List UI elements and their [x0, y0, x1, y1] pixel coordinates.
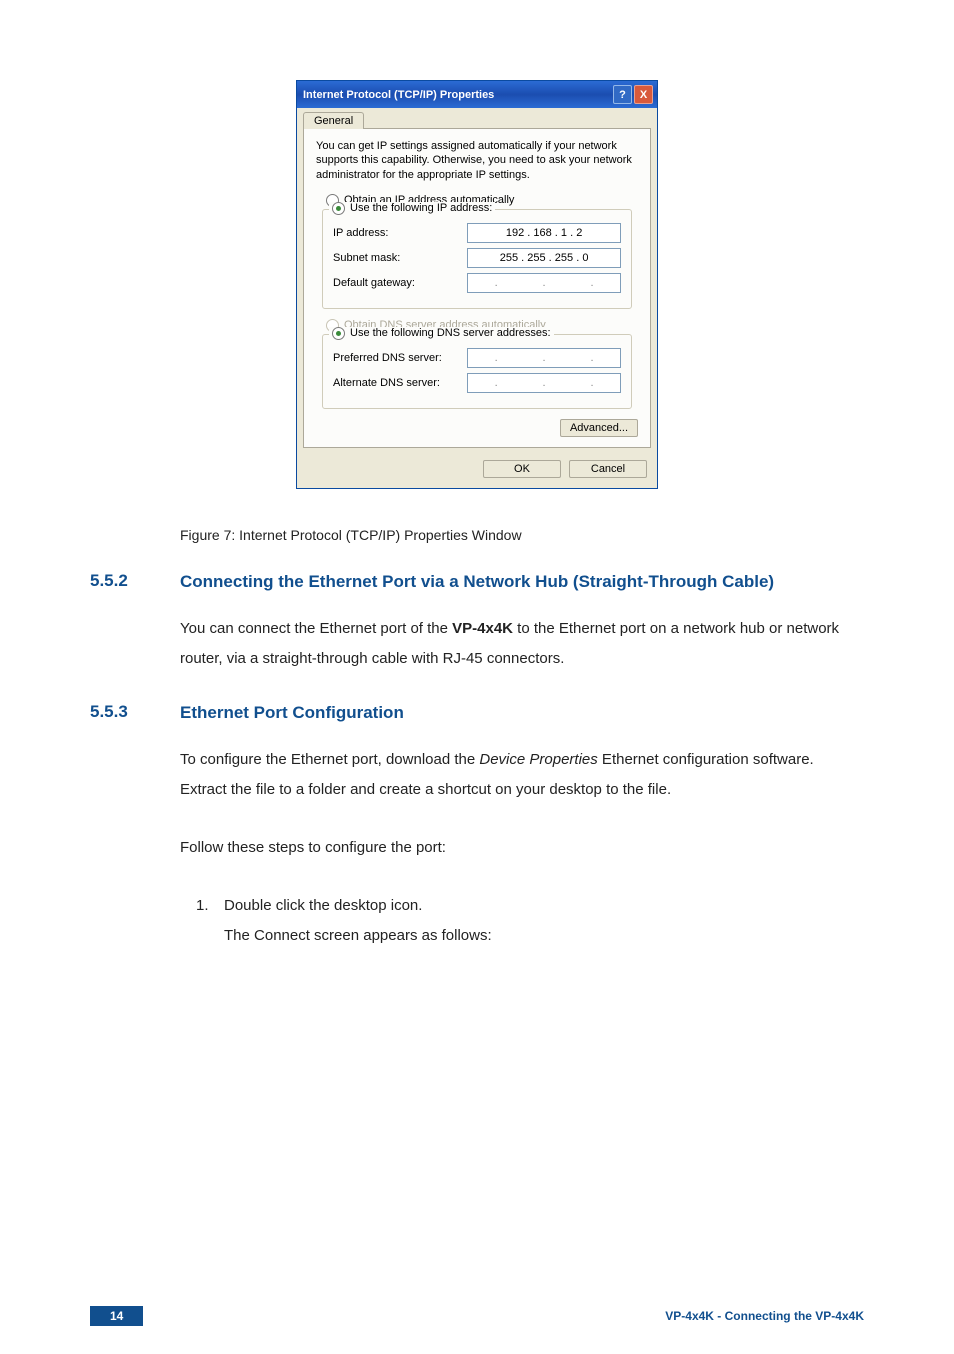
section-5-5-2-body: You can connect the Ethernet port of the…	[180, 614, 864, 674]
dns-groupbox: Use the following DNS server addresses: …	[322, 334, 632, 409]
radio-use-dns[interactable]: Use the following DNS server addresses:	[332, 327, 551, 340]
section-5-5-2-number: 5.5.2	[90, 571, 180, 591]
label-ip-address: IP address:	[333, 227, 467, 239]
close-icon[interactable]: X	[634, 85, 653, 104]
section-5-5-3-title: Ethernet Port Configuration	[180, 702, 864, 725]
subnet-mask-input[interactable]: 255 . 255 . 255 . 0	[467, 248, 621, 268]
ip-address-input[interactable]: 192 . 168 . 1 . 2	[467, 223, 621, 243]
step-1-text: Double click the desktop icon.	[224, 897, 422, 914]
default-gateway-input[interactable]: ...	[467, 273, 621, 293]
radio-use-ip[interactable]: Use the following IP address:	[332, 202, 492, 215]
tab-body: You can get IP settings assigned automat…	[303, 128, 651, 448]
cancel-button[interactable]: Cancel	[569, 460, 647, 478]
dialog-titlebar: Internet Protocol (TCP/IP) Properties ? …	[297, 81, 657, 108]
text-fragment: To configure the Ethernet port, download…	[180, 751, 479, 768]
step-1: 1.Double click the desktop icon. The Con…	[180, 891, 864, 951]
section-5-5-3-body: To configure the Ethernet port, download…	[180, 745, 864, 805]
alternate-dns-input[interactable]: ...	[467, 373, 621, 393]
radio-selected-icon	[332, 202, 345, 215]
section-5-5-3-heading: 5.5.3 Ethernet Port Configuration	[90, 702, 864, 725]
section-5-5-2-heading: 5.5.2 Connecting the Ethernet Port via a…	[90, 571, 864, 594]
radio-selected-icon	[332, 327, 345, 340]
label-default-gateway: Default gateway:	[333, 277, 467, 289]
radio-use-ip-label: Use the following IP address:	[350, 202, 492, 214]
advanced-button[interactable]: Advanced...	[560, 419, 638, 437]
page-number: 14	[90, 1306, 143, 1326]
follow-steps-text: Follow these steps to configure the port…	[180, 833, 864, 863]
text-fragment: You can connect the Ethernet port of the	[180, 620, 452, 637]
help-icon[interactable]: ?	[613, 85, 632, 104]
label-subnet-mask: Subnet mask:	[333, 252, 467, 264]
preferred-dns-input[interactable]: ...	[467, 348, 621, 368]
dialog-title: Internet Protocol (TCP/IP) Properties	[303, 89, 613, 101]
ip-groupbox: Use the following IP address: IP address…	[322, 209, 632, 309]
info-text: You can get IP settings assigned automat…	[316, 139, 638, 182]
tcpip-properties-dialog: Internet Protocol (TCP/IP) Properties ? …	[296, 80, 658, 489]
tab-general[interactable]: General	[303, 112, 364, 129]
ok-button[interactable]: OK	[483, 460, 561, 478]
page-footer: 14 VP-4x4K - Connecting the VP-4x4K	[0, 1306, 954, 1326]
section-5-5-2-title: Connecting the Ethernet Port via a Netwo…	[180, 571, 864, 594]
step-1-continuation: The Connect screen appears as follows:	[224, 921, 864, 951]
footer-product-section: VP-4x4K - Connecting the VP-4x4K	[665, 1309, 864, 1323]
label-preferred-dns: Preferred DNS server:	[333, 352, 467, 364]
figure-caption: Figure 7: Internet Protocol (TCP/IP) Pro…	[180, 527, 864, 543]
subnet-mask-value: 255 . 255 . 255 . 0	[500, 252, 589, 264]
ip-address-value: 192 . 168 . 1 . 2	[506, 227, 582, 239]
radio-use-dns-label: Use the following DNS server addresses:	[350, 327, 551, 339]
section-5-5-3-number: 5.5.3	[90, 702, 180, 722]
step-1-number: 1.	[196, 891, 224, 921]
label-alternate-dns: Alternate DNS server:	[333, 377, 467, 389]
software-name: Device Properties	[479, 751, 597, 768]
product-name: VP-4x4K	[452, 620, 513, 637]
